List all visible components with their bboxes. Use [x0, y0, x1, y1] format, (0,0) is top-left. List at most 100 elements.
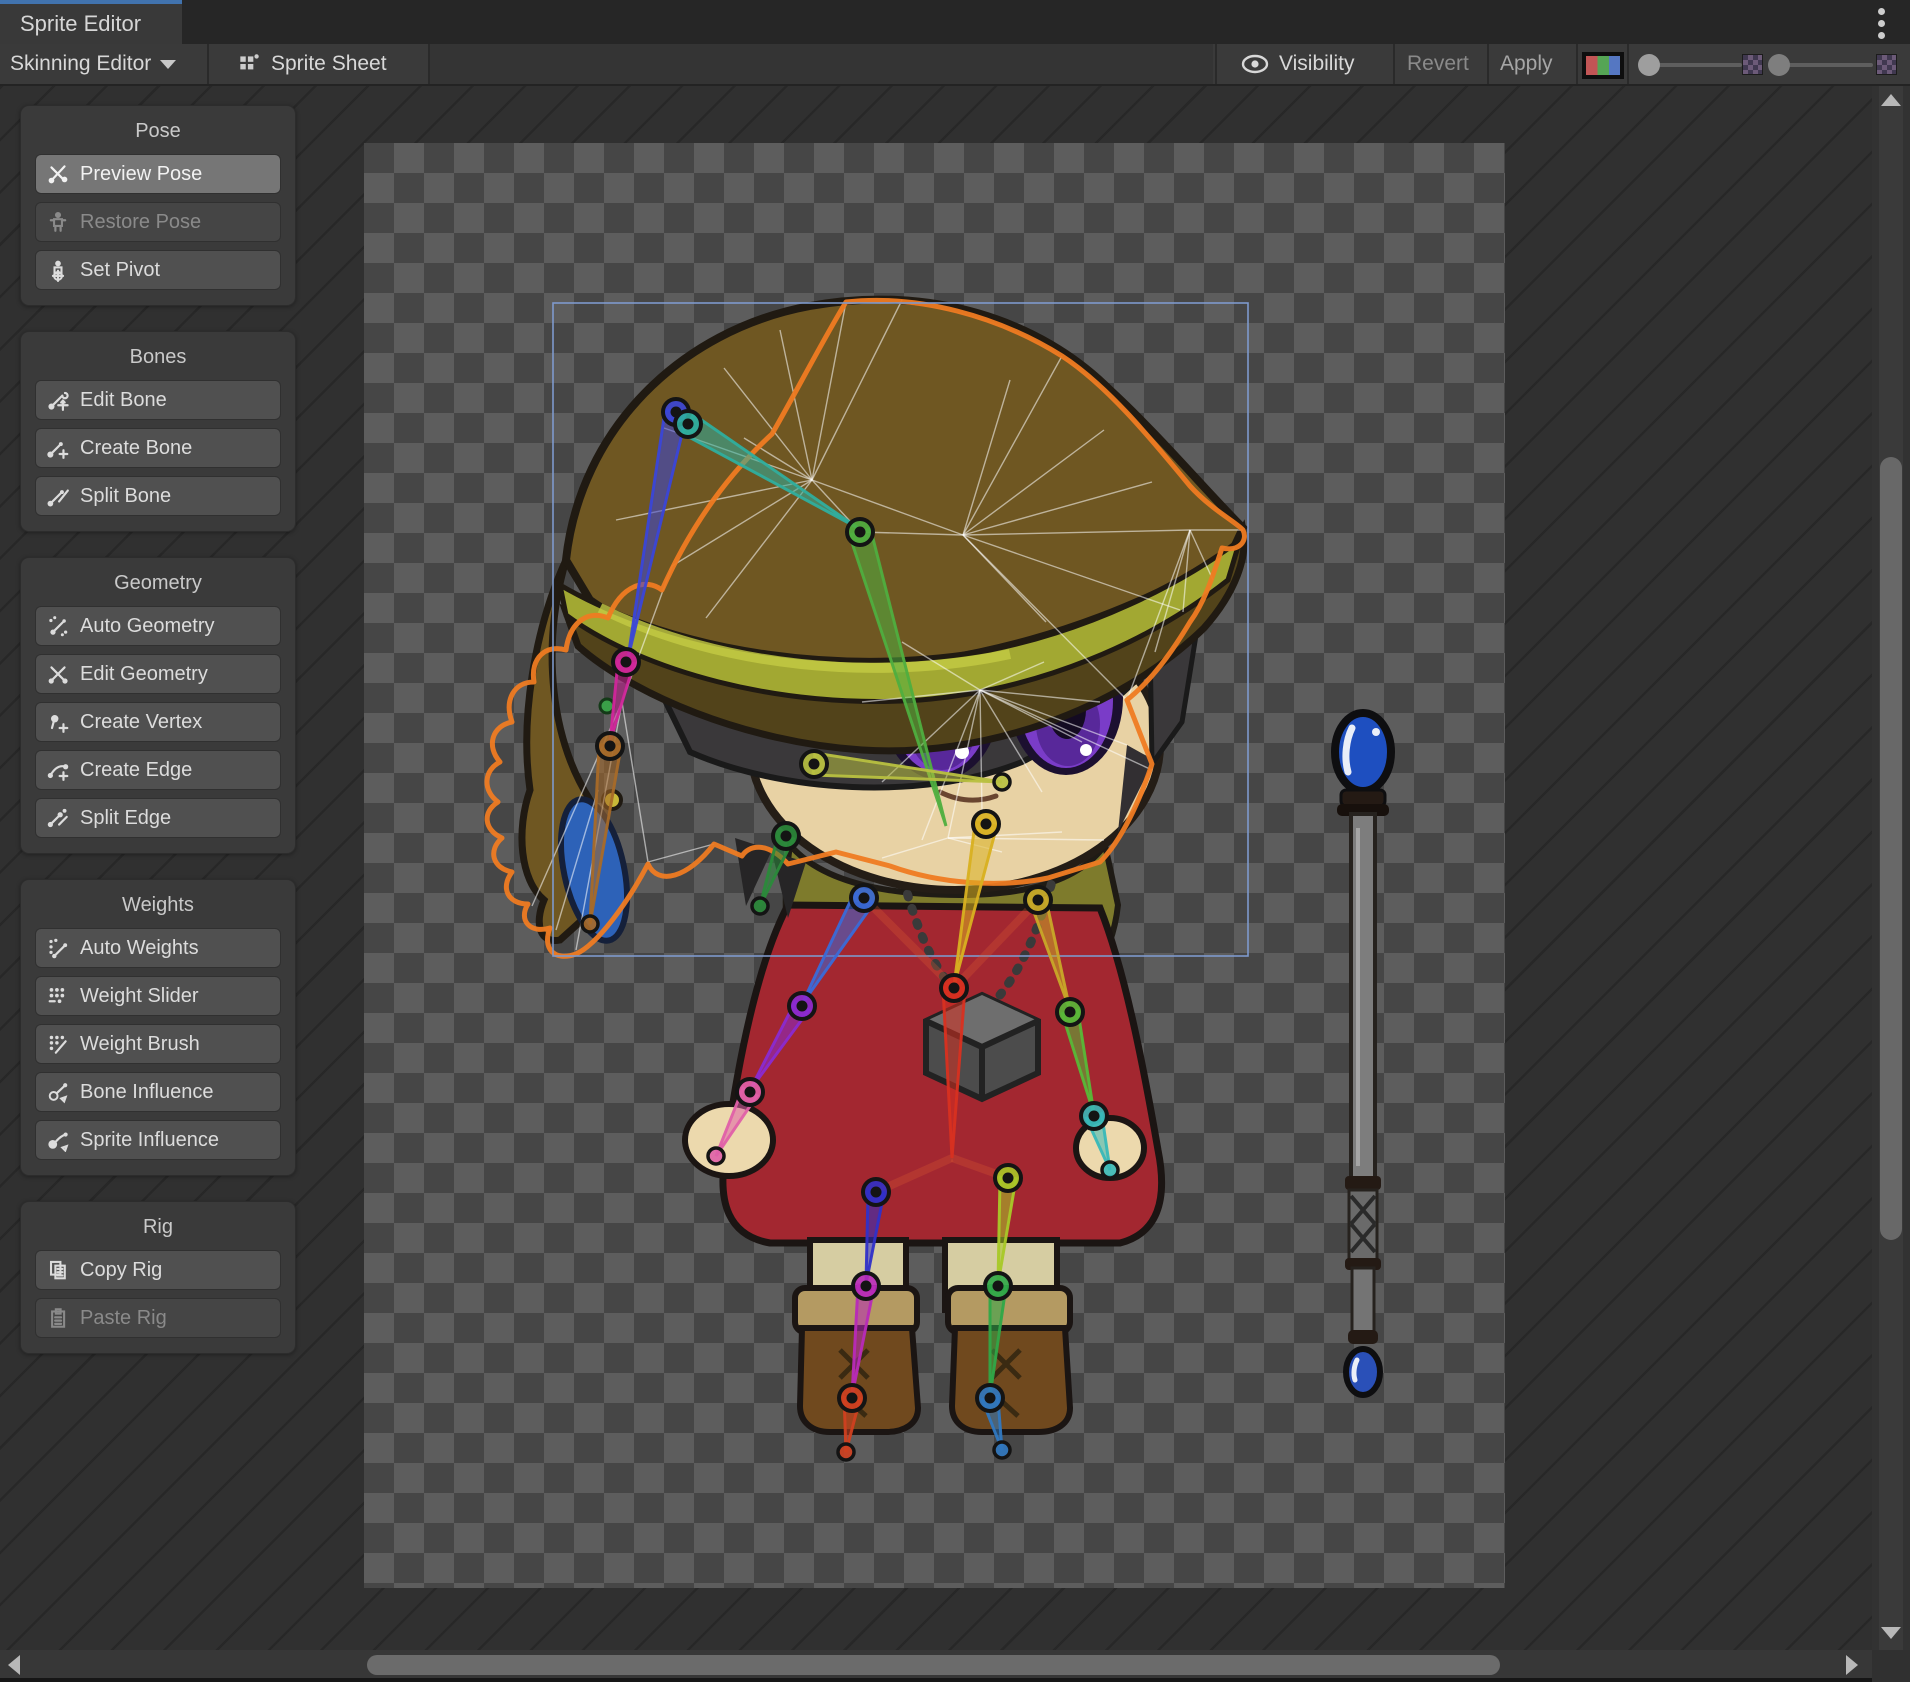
vertical-scrollbar[interactable]: [1872, 86, 1910, 1650]
button-label: Restore Pose: [80, 211, 201, 234]
preview-pose-button[interactable]: Preview Pose: [35, 154, 281, 194]
visibility-label: Visibility: [1279, 52, 1354, 76]
sprite-sheet-icon: [236, 51, 262, 77]
sprite-editor-window: Sprite Editor Skinning Editor Sprite She…: [0, 0, 1910, 1682]
preview-pose-icon: [46, 162, 70, 186]
apply-label: Apply: [1500, 52, 1553, 76]
auto-geometry-icon: [46, 614, 70, 638]
create-bone-button[interactable]: Create Bone: [35, 428, 281, 468]
visibility-button[interactable]: Visibility: [1240, 44, 1354, 84]
create-edge-icon: [46, 758, 70, 782]
panel-pose: Pose Preview Pose Restore Pose Set Pivot: [20, 105, 296, 306]
button-label: Sprite Influence: [80, 1129, 219, 1152]
weight-brush-icon: [46, 1032, 70, 1056]
bone-tip-joint[interactable]: [1102, 1162, 1118, 1178]
button-label: Split Edge: [80, 807, 171, 830]
button-label: Create Edge: [80, 759, 192, 782]
bone-tip-joint[interactable]: [752, 898, 768, 914]
staff-sprite[interactable]: [1335, 713, 1391, 1395]
apply-button[interactable]: Apply: [1500, 44, 1553, 84]
sprite-influence-icon: [46, 1128, 70, 1152]
revert-button[interactable]: Revert: [1407, 44, 1469, 84]
button-label: Set Pivot: [80, 259, 160, 282]
button-label: Create Vertex: [80, 711, 202, 734]
tab-label: Sprite Editor: [20, 11, 141, 37]
button-label: Copy Rig: [80, 1259, 162, 1282]
copy-rig-button[interactable]: Copy Rig: [35, 1250, 281, 1290]
auto-weights-icon: [46, 936, 70, 960]
auto-geometry-button[interactable]: Auto Geometry: [35, 606, 281, 646]
sidebar-panels: Pose Preview Pose Restore Pose Set Pivot Bon…: [20, 105, 296, 1354]
mesh-opacity-checker-icon: [1876, 54, 1897, 75]
button-label: Split Bone: [80, 485, 171, 508]
sprite-sheet-button[interactable]: Sprite Sheet: [236, 44, 387, 84]
edit-bone-icon: [46, 388, 70, 412]
bone-influence-button[interactable]: Bone Influence: [35, 1072, 281, 1112]
sprite-influence-button[interactable]: Sprite Influence: [35, 1120, 281, 1160]
bone-tip-joint[interactable]: [994, 774, 1010, 790]
button-label: Edit Bone: [80, 389, 167, 412]
bone-opacity-slider-knob[interactable]: [1638, 54, 1660, 76]
panel-rig: Rig Copy Rig Paste Rig: [20, 1201, 296, 1354]
horizontal-scrollbar[interactable]: [0, 1650, 1872, 1682]
panel-geometry: Geometry Auto Geometry Edit Geometry Create…: [20, 557, 296, 854]
sprite-sheet-label: Sprite Sheet: [271, 52, 387, 76]
bone-opacity-slider-track[interactable]: [1650, 63, 1742, 67]
split-bone-icon: [46, 484, 70, 508]
bone-tip-joint[interactable]: [582, 916, 598, 932]
button-label: Auto Weights: [80, 937, 199, 960]
split-edge-button[interactable]: Split Edge: [35, 798, 281, 838]
panel-title: Bones: [35, 342, 281, 374]
create-edge-button[interactable]: Create Edge: [35, 750, 281, 790]
button-label: Paste Rig: [80, 1307, 167, 1330]
sprite-canvas[interactable]: Pose Preview Pose Restore Pose Set Pivot Bon…: [0, 86, 1872, 1650]
mesh-opacity-slider-knob[interactable]: [1768, 54, 1790, 76]
split-bone-button[interactable]: Split Bone: [35, 476, 281, 516]
toolbar: Skinning Editor Sprite Sheet Visibility …: [0, 44, 1910, 86]
scroll-right-arrow-icon[interactable]: [1846, 1655, 1858, 1675]
bone-tip-joint[interactable]: [838, 1444, 854, 1460]
tab-strip: Sprite Editor: [0, 0, 1910, 44]
skinning-editor-dropdown[interactable]: Skinning Editor: [10, 44, 176, 84]
split-edge-icon: [46, 806, 70, 830]
vertical-scrollbar-thumb[interactable]: [1880, 457, 1902, 1240]
revert-label: Revert: [1407, 52, 1469, 76]
panel-title: Weights: [35, 890, 281, 922]
scroll-left-arrow-icon[interactable]: [8, 1655, 20, 1675]
mesh-opacity-slider-track[interactable]: [1781, 63, 1873, 67]
copy-rig-icon: [46, 1258, 70, 1282]
scroll-down-arrow-icon[interactable]: [1881, 1627, 1901, 1639]
restore-pose-icon: [46, 210, 70, 234]
weight-slider-icon: [46, 984, 70, 1008]
bone-tip-joint[interactable]: [994, 1442, 1010, 1458]
panel-title: Pose: [35, 116, 281, 148]
edit-geometry-button[interactable]: Edit Geometry: [35, 654, 281, 694]
panel-title: Geometry: [35, 568, 281, 600]
panel-weights: Weights Auto Weights Weight Slider Weight B…: [20, 879, 296, 1176]
horizontal-scrollbar-thumb[interactable]: [367, 1655, 1500, 1675]
weight-brush-button[interactable]: Weight Brush: [35, 1024, 281, 1064]
button-label: Edit Geometry: [80, 663, 208, 686]
paste-rig-button[interactable]: Paste Rig: [35, 1298, 281, 1338]
restore-pose-button[interactable]: Restore Pose: [35, 202, 281, 242]
scroll-up-arrow-icon[interactable]: [1881, 94, 1901, 106]
bone-influence-icon: [46, 1080, 70, 1104]
create-bone-icon: [46, 436, 70, 460]
bone-tip-joint[interactable]: [708, 1148, 724, 1164]
paste-rig-icon: [46, 1306, 70, 1330]
toolbar-spacer: [430, 44, 1213, 84]
chevron-down-icon: [160, 60, 176, 69]
button-label: Preview Pose: [80, 163, 202, 186]
button-label: Weight Brush: [80, 1033, 200, 1056]
auto-weights-button[interactable]: Auto Weights: [35, 928, 281, 968]
color-swatch-button[interactable]: [1582, 52, 1624, 79]
set-pivot-icon: [46, 258, 70, 282]
set-pivot-button[interactable]: Set Pivot: [35, 250, 281, 290]
edit-bone-button[interactable]: Edit Bone: [35, 380, 281, 420]
kebab-menu-icon[interactable]: [1870, 7, 1892, 39]
bone-opacity-checker-icon: [1742, 54, 1763, 75]
tab-sprite-editor[interactable]: Sprite Editor: [0, 0, 182, 44]
panel-title: Rig: [35, 1212, 281, 1244]
weight-slider-button[interactable]: Weight Slider: [35, 976, 281, 1016]
create-vertex-button[interactable]: Create Vertex: [35, 702, 281, 742]
